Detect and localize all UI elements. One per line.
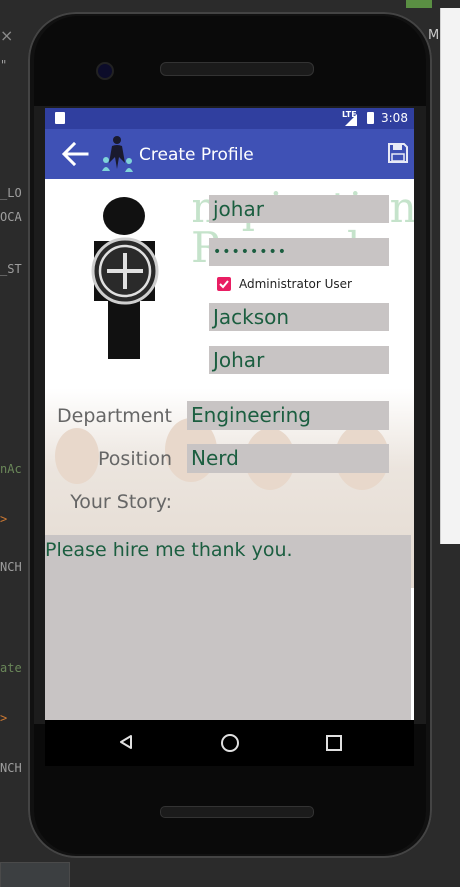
username-input[interactable]: johar [209, 195, 389, 223]
nav-recents-icon[interactable] [326, 735, 342, 751]
status-bar: LTE 3:08 [45, 108, 414, 129]
story-textarea[interactable]: Please hire me thank you. [45, 535, 411, 720]
position-input[interactable]: Nerd [187, 444, 389, 473]
add-photo-avatar-icon[interactable] [89, 197, 163, 361]
sd-card-icon [55, 112, 65, 124]
signal-icon [345, 114, 357, 126]
admin-checkbox[interactable] [217, 277, 231, 291]
front-camera [96, 62, 114, 80]
first-name-input[interactable]: Jackson [209, 303, 389, 331]
ide-right-panel [440, 8, 460, 544]
ide-code-line: _ST [0, 262, 22, 276]
ide-code-line: " [0, 58, 8, 72]
status-time: 3:08 [381, 111, 408, 125]
app-bar: Create Profile [45, 129, 414, 179]
last-name-input[interactable]: Johar [209, 346, 389, 374]
ide-code-line: > [0, 512, 8, 526]
back-arrow-icon[interactable] [61, 141, 89, 167]
nav-home-icon[interactable] [221, 734, 239, 752]
ide-code-line: OCA [0, 210, 22, 224]
battery-icon [367, 112, 374, 124]
password-input[interactable]: •••••••• [209, 238, 389, 266]
story-label: Your Story: [70, 491, 172, 513]
checkmark-icon [219, 280, 229, 289]
admin-checkbox-label[interactable]: Administrator User [239, 277, 352, 291]
ide-tab-close-icon[interactable]: × [0, 26, 13, 45]
ide-code-line: NCH [0, 560, 22, 574]
ide-code-line: > [0, 711, 8, 725]
department-input[interactable]: Engineering [187, 401, 389, 430]
ide-code-line: ate [0, 661, 22, 675]
page-title: Create Profile [139, 145, 254, 165]
department-label: Department [57, 405, 172, 427]
app-screen: LTE 3:08 Create Profile nspiration Rewar… [45, 108, 414, 720]
profile-photo-panel[interactable] [45, 179, 193, 381]
bottom-speaker [160, 806, 314, 818]
ide-code-line: _LO [0, 186, 22, 200]
position-label: Position [98, 448, 172, 470]
android-nav-bar [45, 720, 414, 766]
ide-toolbar-indicator [406, 0, 432, 8]
save-icon[interactable] [387, 142, 409, 164]
nav-back-icon[interactable] [118, 734, 134, 750]
ide-code-line: nAc [0, 462, 22, 476]
earpiece-speaker [160, 62, 314, 76]
ide-code-line: NCH [0, 761, 22, 775]
ide-bottom-tab[interactable] [0, 862, 70, 887]
app-logo-icon [102, 136, 133, 172]
phone-top-bezel [34, 16, 426, 106]
